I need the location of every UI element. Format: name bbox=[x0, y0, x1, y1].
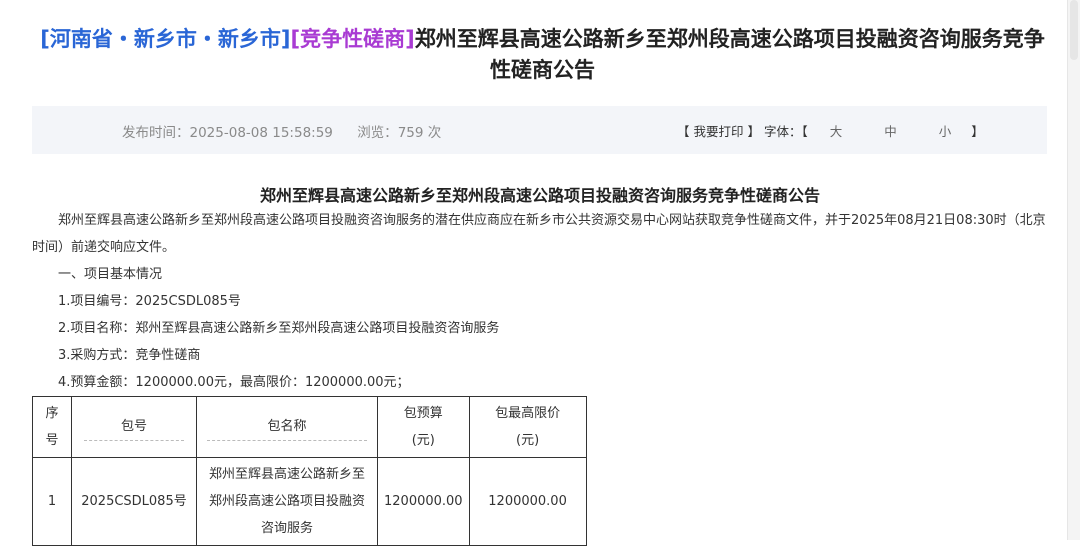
title-text: 郑州至辉县高速公路新乡至郑州段高速公路项目投融资咨询服务竞争性磋商公告 bbox=[414, 27, 1045, 82]
row-budget: 1200000.00 bbox=[377, 457, 470, 546]
header-pkg-name: 包名称 bbox=[196, 396, 378, 458]
budget-amount: 4.预算金额：1200000.00元，最高限价：1200000.00元； bbox=[58, 375, 410, 390]
header-budget-2: (元) bbox=[411, 433, 435, 448]
publish-label: 发布时间： bbox=[122, 125, 190, 141]
method-tag: [竞争性磋商] bbox=[290, 27, 415, 51]
row-pkg-no: 2025CSDL085号 bbox=[71, 457, 197, 546]
row-pkg-name-1: 郑州至辉县高速公路新乡至 bbox=[208, 467, 365, 482]
header-budget-1: 包预算 bbox=[403, 406, 443, 421]
header-max-1: 包最高限价 bbox=[495, 406, 561, 421]
font-small-button[interactable]: 小 bbox=[939, 121, 952, 140]
project-number: 1.项目编号：2025CSDL085号 bbox=[58, 294, 241, 309]
header-max-price: 包最高限价 (元) bbox=[468, 396, 587, 458]
header-seq-2: 号 bbox=[45, 433, 59, 448]
header-seq: 序 号 bbox=[32, 396, 72, 458]
views-unit: 次 bbox=[427, 125, 442, 141]
header-pkg-no-text: 包号 bbox=[84, 413, 184, 441]
meta-tools: 【 我要打印 】 字体：【 大 中 小 】 bbox=[677, 121, 984, 140]
header-pkg-name-text: 包名称 bbox=[207, 413, 367, 441]
views-label: 浏览： bbox=[357, 125, 398, 141]
row-pkg-name-2: 郑州段高速公路项目投融资 bbox=[208, 494, 365, 509]
publish-time: 2025-08-08 15:58:59 bbox=[189, 125, 333, 141]
font-medium-button[interactable]: 中 bbox=[884, 121, 897, 140]
font-open-bracket: 【 bbox=[801, 124, 808, 139]
section-heading: 一、项目基本情况 bbox=[58, 267, 163, 282]
document-heading: 郑州至辉县高速公路新乡至郑州段高速公路项目投融资咨询服务竞争性磋商公告 bbox=[259, 186, 820, 205]
procurement-method: 3.采购方式：竞争性磋商 bbox=[58, 348, 201, 363]
announcement-title: [河南省・新乡市・新乡市][竞争性磋商]郑州至辉县高速公路新乡至郑州段高速公路项… bbox=[30, 24, 1055, 86]
row-seq: 1 bbox=[32, 457, 72, 546]
document-body: 郑州至辉县高速公路新乡至郑州段高速公路项目投融资咨询服务的潜在供应商应在新乡市公… bbox=[32, 207, 1048, 396]
meta-info: 发布时间：2025-08-08 15:58:59 浏览：759 次 bbox=[122, 121, 441, 141]
row-max-price: 1200000.00 bbox=[468, 457, 587, 546]
font-size-label: 字体： bbox=[763, 124, 802, 139]
font-large-button[interactable]: 大 bbox=[830, 121, 843, 140]
row-pkg-name: 郑州至辉县高速公路新乡至 郑州段高速公路项目投融资 咨询服务 bbox=[196, 457, 378, 546]
header-max-2: (元) bbox=[516, 433, 540, 448]
project-name: 2.项目名称：郑州至辉县高速公路新乡至郑州段高速公路项目投融资咨询服务 bbox=[58, 321, 500, 336]
region-tag: [河南省・新乡市・新乡市] bbox=[40, 27, 291, 51]
header-budget: 包预算 (元) bbox=[377, 396, 470, 458]
package-table: 序 号 包号 包名称 包预算 (元) 包最高限价 (元) 1 2025CSDL0… bbox=[32, 396, 587, 546]
intro-paragraph: 郑州至辉县高速公路新乡至郑州段高速公路项目投融资咨询服务的潜在供应商应在新乡市公… bbox=[32, 213, 1046, 255]
views-count: 759 bbox=[397, 125, 424, 141]
meta-bar: 发布时间：2025-08-08 15:58:59 浏览：759 次 【 我要打印… bbox=[32, 106, 1047, 154]
font-close-bracket: 】 bbox=[971, 124, 984, 139]
scrollbar[interactable] bbox=[1067, 0, 1080, 540]
table-header-row: 序 号 包号 包名称 包预算 (元) 包最高限价 (元) bbox=[32, 396, 587, 458]
row-pkg-name-3: 咨询服务 bbox=[260, 521, 313, 536]
table-row: 1 2025CSDL085号 郑州至辉县高速公路新乡至 郑州段高速公路项目投融资… bbox=[32, 457, 587, 546]
header-pkg-no: 包号 bbox=[71, 396, 197, 458]
scrollbar-thumb[interactable] bbox=[1070, 0, 1078, 60]
print-button[interactable]: 【 我要打印 】 bbox=[677, 124, 760, 139]
header-seq-1: 序 bbox=[45, 406, 59, 421]
